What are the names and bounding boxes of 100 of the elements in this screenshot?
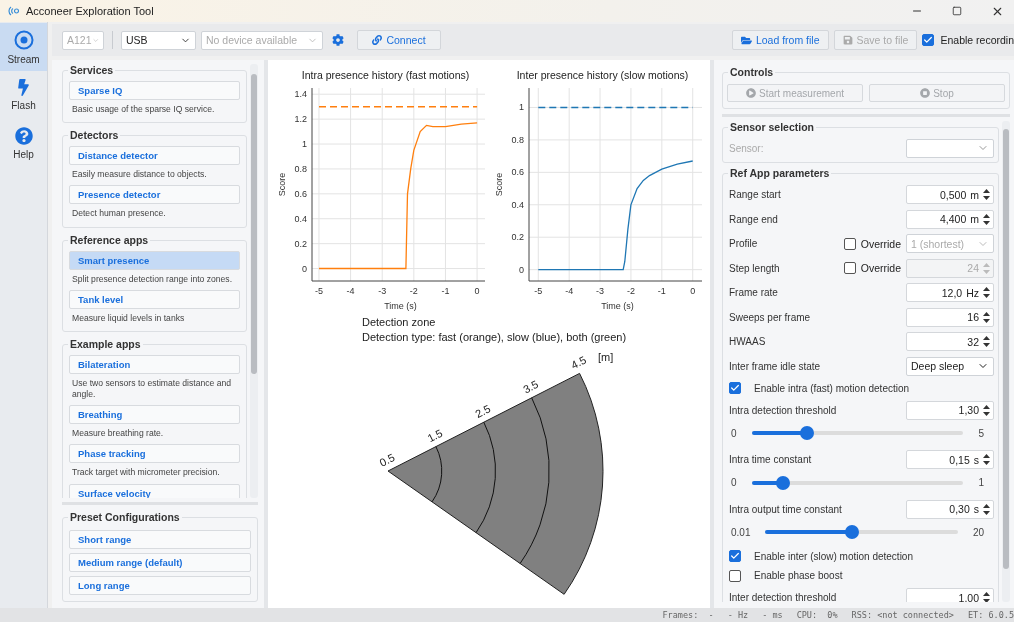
floppy-icon	[842, 35, 853, 45]
param-label: Inter frame idle state	[729, 360, 822, 372]
spin-box[interactable]: 4,400 m	[906, 209, 994, 229]
app-item[interactable]: Tank level	[69, 289, 240, 309]
tick-label: 1	[519, 102, 524, 113]
spin-arrows-icon[interactable]	[983, 503, 990, 515]
spin-arrows-icon[interactable]	[983, 454, 990, 466]
link-icon	[372, 35, 383, 45]
nav-tab[interactable]: Stream	[0, 23, 47, 71]
checkbox-label: Enable inter (slow) motion detection	[753, 550, 914, 562]
param-label: Range start	[729, 189, 782, 201]
app-item[interactable]: Bilateration	[69, 354, 240, 374]
load-button[interactable]: Load from file	[731, 30, 829, 50]
scrollbar[interactable]	[1002, 120, 1010, 602]
preset-item[interactable]: Medium range (default)	[69, 553, 251, 572]
preset-item[interactable]: Short range	[69, 530, 251, 549]
checkbox[interactable]	[729, 382, 741, 395]
tick-label: -1	[441, 286, 450, 296]
spin-box[interactable]: 12,0 Hz	[906, 283, 994, 303]
item-description: Measure liquid levels in tanks	[71, 311, 186, 325]
tick-label: -2	[626, 286, 635, 296]
maximize-icon	[952, 6, 962, 16]
tick-label: -5	[534, 286, 543, 296]
tick-label: 0.8	[511, 134, 524, 145]
app-item[interactable]: Breathing	[69, 405, 240, 425]
connect-button[interactable]: Connect	[357, 30, 441, 50]
settings-icon[interactable]	[332, 34, 344, 46]
status-item: - ms	[762, 610, 783, 620]
chart-title: Intra presence history (fast motions)	[301, 69, 470, 81]
item-description: Track target with micrometer precision.	[71, 466, 221, 480]
preset-item[interactable]: Long range	[69, 576, 251, 595]
axis-label: Time (s)	[384, 301, 417, 311]
tick-label: 1.2	[294, 114, 307, 125]
scrollbar[interactable]	[250, 64, 258, 499]
dropdown[interactable]: USB	[121, 30, 196, 50]
tick-label: 0.4	[294, 213, 307, 224]
tick-label: 0	[690, 286, 696, 296]
app-item[interactable]: Presence detector	[69, 185, 240, 205]
tick-label: 0.6	[294, 188, 307, 199]
checkbox[interactable]	[729, 550, 741, 563]
spin-arrows-icon[interactable]	[983, 189, 990, 201]
slider-max-label: 20	[972, 526, 984, 538]
nav-tab[interactable]: Flash	[0, 71, 47, 119]
checkbox[interactable]	[922, 34, 935, 46]
spin-box[interactable]: 16	[906, 307, 994, 327]
param-label: HWAAS	[729, 336, 767, 348]
window-title: Acconeer Exploration Tool	[26, 5, 155, 17]
spin-arrows-icon[interactable]	[983, 336, 990, 348]
slider-min-label: 0	[731, 427, 737, 439]
app-item[interactable]: Phase tracking	[69, 444, 240, 464]
spin-arrows-icon[interactable]	[983, 311, 990, 323]
param-label: Inter detection threshold	[729, 592, 838, 602]
tick-label: -3	[596, 286, 605, 296]
tick-label: 0	[302, 263, 307, 274]
app-item[interactable]: Smart presence	[69, 250, 240, 270]
spin-box[interactable]: 32	[906, 332, 994, 352]
range-label: 0.5	[377, 451, 397, 469]
param-label: Intra time constant	[729, 454, 813, 466]
param-label: Sensor:	[729, 142, 765, 154]
slider-max-label: 5	[978, 427, 984, 439]
tick-label: 1	[302, 139, 307, 150]
checkbox-label: Enable phase boost	[753, 570, 844, 582]
help-icon	[14, 126, 33, 145]
dropdown[interactable]: Deep sleep	[906, 356, 994, 376]
checkbox[interactable]	[843, 237, 856, 250]
zone-legend: Detection type: fast (orange), slow (blue), both (green)	[362, 331, 710, 343]
slider-max-label: 1	[978, 477, 984, 489]
slider-handle[interactable]	[845, 525, 860, 540]
slider-handle[interactable]	[799, 426, 814, 441]
group-title: Controls	[728, 66, 776, 78]
lightning-icon	[15, 79, 32, 96]
group-title: Ref App parameters	[728, 167, 832, 180]
tick-label: -4	[565, 286, 574, 296]
spin-box[interactable]: 0,30 s	[906, 499, 994, 519]
dropdown[interactable]: 1 (shortest)	[906, 234, 994, 254]
spin-arrows-icon[interactable]	[983, 592, 990, 602]
app-item[interactable]: Sparse IQ	[69, 81, 240, 100]
checkbox[interactable]	[843, 262, 856, 275]
tick-label: -4	[346, 286, 355, 296]
spin-arrows-icon[interactable]	[983, 287, 990, 299]
app-logo-icon	[8, 6, 20, 16]
tick-label: 0.8	[294, 163, 307, 174]
group-title: Sensor selection	[728, 120, 817, 133]
item-description: Split presence detection range into zones.	[71, 272, 234, 286]
range-label: 1.5	[425, 426, 445, 445]
status-item: - Hz	[727, 610, 749, 620]
checkbox[interactable]	[729, 569, 741, 582]
spin-box[interactable]: 0,15 s	[906, 450, 994, 470]
spin-arrows-icon[interactable]	[983, 404, 990, 416]
tick-label: 0.4	[511, 199, 524, 210]
checkbox-label: Enable recordin	[940, 34, 1014, 46]
spin-box[interactable]: 0,500 m	[906, 185, 994, 205]
app-item[interactable]: Distance detector	[69, 146, 240, 166]
app-item[interactable]: Surface velocity	[69, 483, 240, 499]
nav-tab[interactable]: Help	[0, 119, 47, 167]
spin-arrows-icon[interactable]	[983, 213, 990, 225]
group-title: Detectors	[68, 129, 121, 142]
slider-handle[interactable]	[776, 475, 791, 490]
spin-box[interactable]: 1,30	[906, 400, 994, 420]
stop-icon	[920, 88, 931, 98]
